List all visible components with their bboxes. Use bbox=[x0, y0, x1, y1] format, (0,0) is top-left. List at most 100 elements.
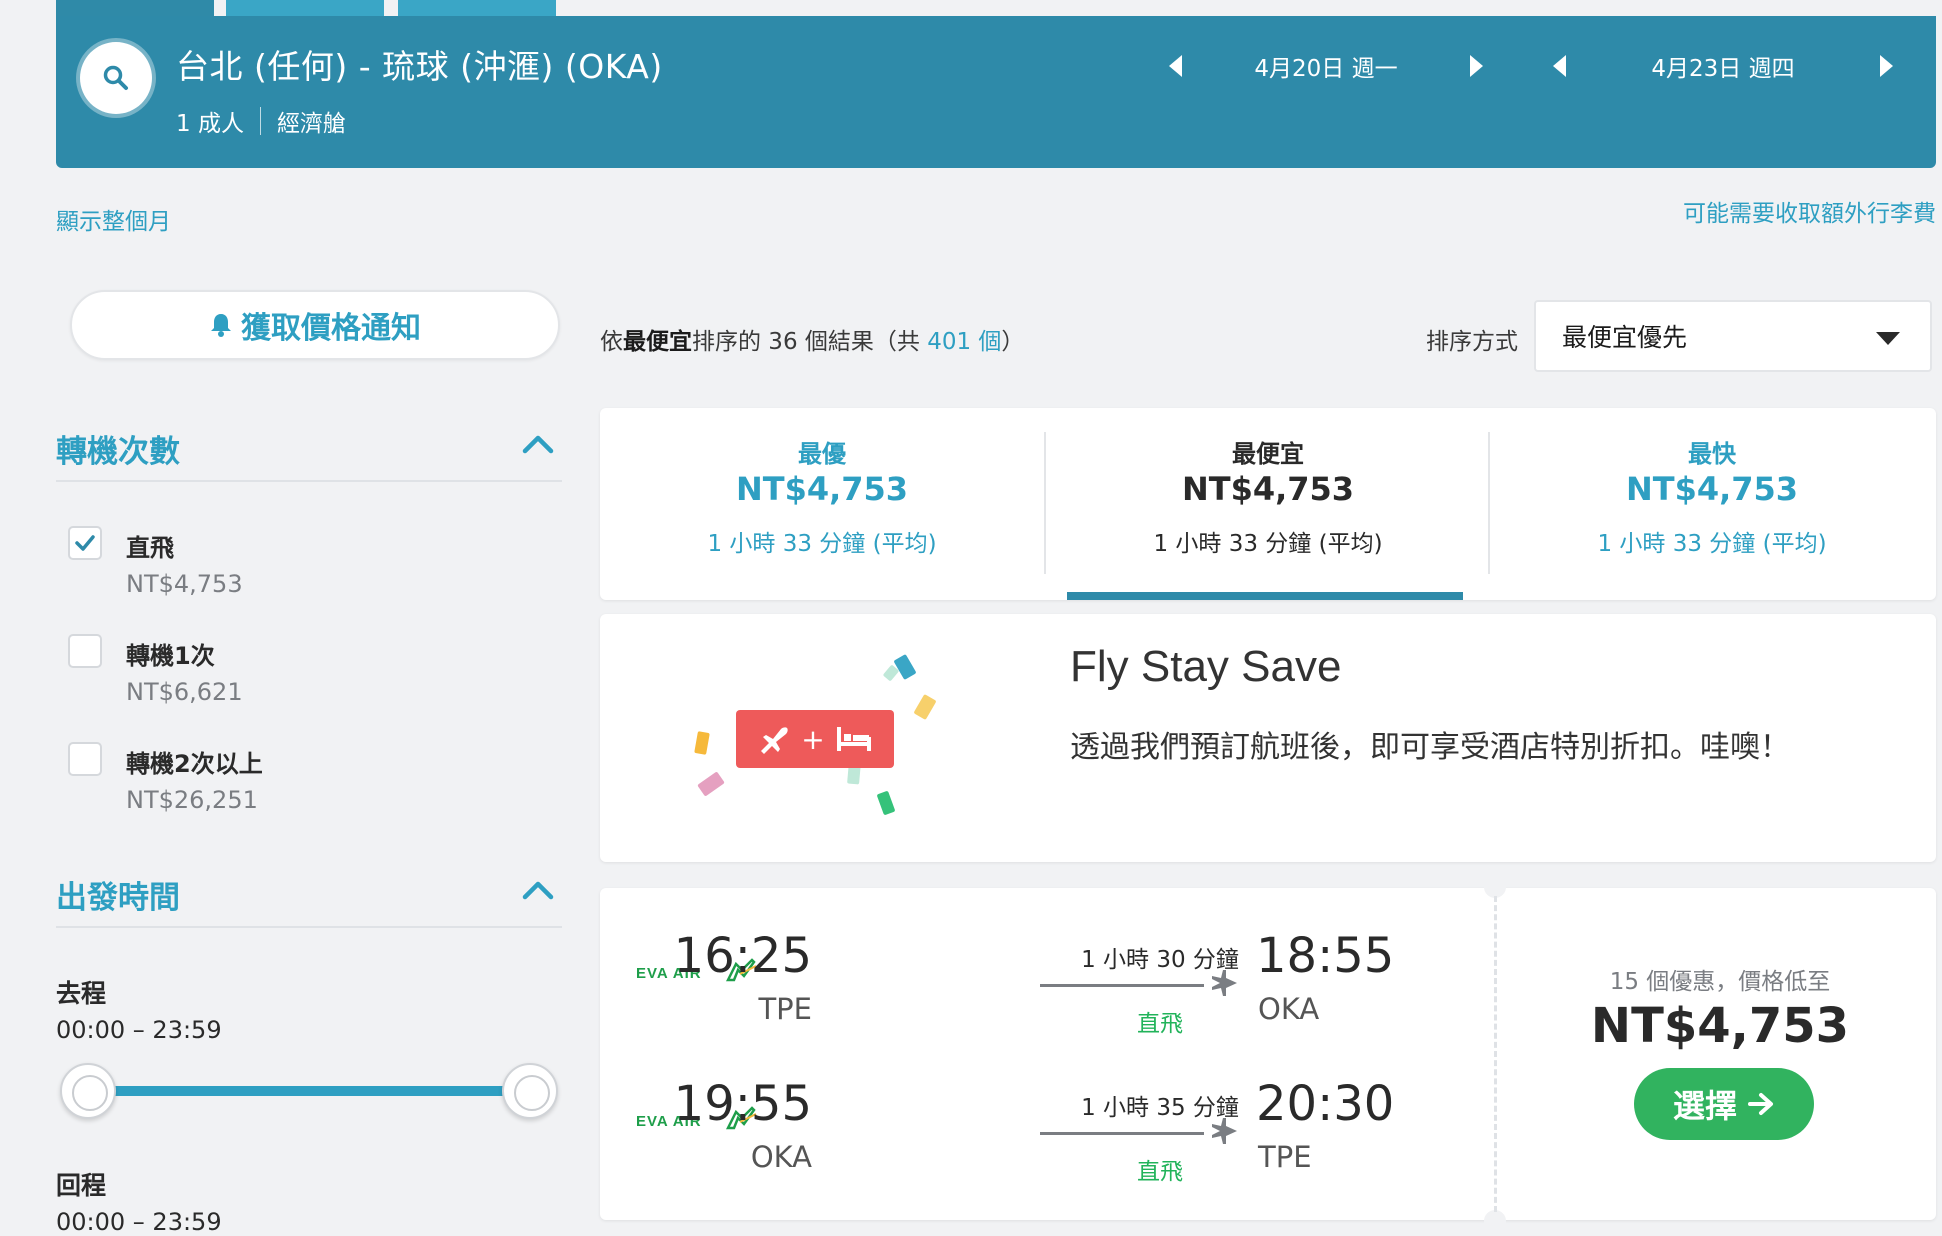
return-label: 回程 bbox=[56, 1171, 107, 1200]
sort-label: 排序方式 bbox=[1426, 329, 1518, 355]
outbound-label: 去程 bbox=[56, 979, 107, 1008]
departure-time-filter-title: 出發時間 bbox=[56, 880, 180, 916]
top-tab-strip bbox=[56, 0, 1936, 16]
tab-best-duration: 1 小時 33 分鐘 (平均) bbox=[707, 531, 937, 557]
flight-price: NT$4,753 bbox=[1590, 998, 1850, 1054]
flight-hotel-badge: + bbox=[736, 710, 894, 768]
search-summary-header: 台北 (任何) - 琉球 (沖滙) (OKA) 1 成人 經濟艙 4月20日 週… bbox=[56, 16, 1936, 168]
arrow-right-icon bbox=[1748, 1093, 1773, 1115]
depart-date-prev-button[interactable] bbox=[1156, 46, 1196, 86]
depart-date[interactable]: 4月20日 週一 bbox=[1196, 49, 1456, 83]
promo-text: 透過我們預訂航班後，即可享受酒店特別折扣。哇噢！ bbox=[1070, 730, 1790, 765]
tab-cheapest-price: NT$4,753 bbox=[1181, 470, 1355, 508]
depart-date-selector: 4月20日 週一 bbox=[1156, 46, 1496, 86]
top-tab-2[interactable] bbox=[226, 0, 384, 16]
edit-search-button[interactable] bbox=[80, 42, 152, 114]
confetti bbox=[694, 731, 710, 755]
show-whole-month-link[interactable]: 顯示整個月 bbox=[56, 202, 171, 236]
caret-down-icon bbox=[1876, 332, 1900, 345]
depart-date-next-button[interactable] bbox=[1456, 46, 1496, 86]
tab-fastest[interactable]: 最快 NT$4,753 1 小時 33 分鐘 (平均) bbox=[1490, 408, 1934, 600]
confetti bbox=[697, 771, 725, 797]
results-sort-name: 最便宜 bbox=[623, 329, 692, 355]
outbound-arrival-airport: OKA bbox=[1258, 992, 1320, 1026]
top-tab-3[interactable] bbox=[398, 0, 556, 16]
chevron-up-icon bbox=[522, 435, 554, 454]
bed-icon bbox=[836, 727, 871, 751]
direct-price: NT$4,753 bbox=[126, 570, 243, 598]
outbound-time-slider-track[interactable] bbox=[88, 1086, 530, 1096]
confetti bbox=[893, 653, 917, 681]
results-prefix: 依 bbox=[600, 329, 623, 355]
return-arrival-airport: TPE bbox=[1258, 1140, 1312, 1174]
tab-best-price: NT$4,753 bbox=[735, 470, 909, 508]
triangle-left-icon bbox=[1169, 55, 1182, 77]
active-tab-indicator bbox=[1067, 592, 1463, 600]
promo-title: Fly Stay Save bbox=[1070, 642, 1342, 691]
bell-icon bbox=[211, 314, 231, 337]
outbound-duration: 1 小時 30 分鐘 bbox=[1081, 947, 1239, 973]
departure-time-collapse-button[interactable] bbox=[520, 878, 556, 906]
passenger-cabin-info: 1 成人 經濟艙 bbox=[176, 104, 346, 138]
return-route-line bbox=[1040, 1132, 1204, 1135]
checkmark-icon bbox=[75, 535, 95, 551]
tab-best-label: 最優 bbox=[798, 440, 846, 468]
deals-count: 15 個優惠，價格低至 bbox=[1609, 969, 1831, 995]
triangle-right-icon bbox=[1880, 55, 1893, 77]
stops-filter-title: 轉機次數 bbox=[56, 434, 180, 470]
return-date-selector: 4月23日 週四 bbox=[1540, 46, 1906, 86]
outbound-slider-start-handle[interactable] bbox=[60, 1063, 116, 1119]
tab-best[interactable]: 最優 NT$4,753 1 小時 33 分鐘 (平均) bbox=[600, 408, 1044, 600]
ticket-notch-bottom bbox=[1484, 1210, 1506, 1232]
one-stop-price: NT$6,621 bbox=[126, 678, 243, 706]
promo-plus: + bbox=[801, 722, 825, 756]
return-stops: 直飛 bbox=[1137, 1159, 1183, 1185]
outbound-arrival-time: 18:55 bbox=[1256, 928, 1395, 984]
flight-result-card[interactable]: EVA AIR 16:25 TPE 1 小時 30 分鐘 直飛 18:55 OK… bbox=[600, 876, 1936, 1232]
outbound-slider-end-handle[interactable] bbox=[502, 1063, 558, 1119]
outbound-stops: 直飛 bbox=[1137, 1011, 1183, 1037]
chevron-up-icon bbox=[522, 881, 554, 900]
tab-fastest-label: 最快 bbox=[1688, 440, 1736, 468]
return-date-next-button[interactable] bbox=[1866, 46, 1906, 86]
two-plus-stops-checkbox[interactable] bbox=[68, 742, 102, 776]
return-time-range: 00:00 – 23:59 bbox=[56, 1208, 222, 1236]
results-suffix: ） bbox=[1001, 329, 1025, 355]
baggage-fees-link[interactable]: 可能需要收取額外行李費 bbox=[1683, 194, 1936, 228]
direct-label: 直飛 bbox=[126, 534, 174, 562]
one-stop-checkbox[interactable] bbox=[68, 634, 102, 668]
triangle-right-icon bbox=[1470, 55, 1483, 77]
fly-stay-save-promo[interactable]: + Fly Stay Save 透過我們預訂航班後，即可享受酒店特別折扣。哇噢！ bbox=[600, 614, 1936, 862]
outbound-time-range: 00:00 – 23:59 bbox=[56, 1016, 222, 1044]
select-flight-button[interactable]: 選擇 bbox=[1634, 1068, 1814, 1140]
top-tab-1[interactable] bbox=[56, 0, 214, 16]
divider bbox=[56, 480, 562, 482]
airplane-icon bbox=[761, 727, 788, 754]
sort-selected-value: 最便宜優先 bbox=[1562, 323, 1688, 352]
return-date-prev-button[interactable] bbox=[1540, 46, 1580, 86]
passenger-count: 1 成人 bbox=[176, 111, 244, 137]
outbound-leg: EVA AIR 16:25 TPE 1 小時 30 分鐘 直飛 18:55 OK… bbox=[600, 928, 1480, 1048]
tab-fastest-price: NT$4,753 bbox=[1625, 470, 1799, 508]
select-label: 選擇 bbox=[1672, 1087, 1737, 1125]
plane-icon bbox=[1212, 970, 1237, 996]
separator bbox=[259, 107, 261, 135]
return-date[interactable]: 4月23日 週四 bbox=[1580, 49, 1866, 83]
price-alert-label: 獲取價格通知 bbox=[241, 311, 421, 346]
plane-icon bbox=[1212, 1118, 1237, 1144]
tab-cheapest[interactable]: 最便宜 NT$4,753 1 小時 33 分鐘 (平均) bbox=[1046, 408, 1490, 600]
search-icon bbox=[103, 65, 128, 90]
outbound-route-line bbox=[1040, 984, 1204, 987]
stops-filter-collapse-button[interactable] bbox=[520, 432, 556, 460]
price-alert-button[interactable]: 獲取價格通知 bbox=[70, 290, 560, 360]
results-count: 排序的 36 個結果（共 bbox=[692, 329, 928, 355]
tab-cheapest-label: 最便宜 bbox=[1232, 440, 1304, 468]
sort-dropdown[interactable]: 最便宜優先 bbox=[1534, 300, 1932, 372]
tab-cheapest-duration: 1 小時 33 分鐘 (平均) bbox=[1153, 531, 1383, 557]
confetti bbox=[913, 693, 937, 721]
ticket-notch-top bbox=[1484, 876, 1506, 898]
return-duration: 1 小時 35 分鐘 bbox=[1081, 1095, 1239, 1121]
results-total-link[interactable]: 401 個 bbox=[927, 329, 1001, 355]
direct-checkbox[interactable] bbox=[68, 526, 102, 560]
return-arrival-time: 20:30 bbox=[1256, 1076, 1395, 1132]
